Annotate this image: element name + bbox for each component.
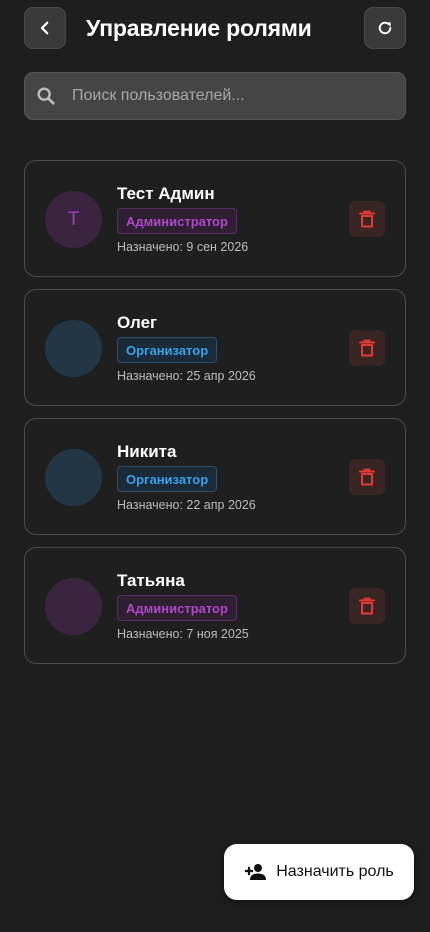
user-name: Олег [117, 313, 158, 332]
trash-icon [359, 210, 375, 228]
assigned-date: Назначено: 22 апр 2026 [117, 498, 256, 512]
avatar: Т [45, 191, 102, 248]
trash-icon [359, 468, 375, 486]
user-card[interactable]: Т Тест Админ Администратор Назначено: 9 сен… [24, 160, 406, 277]
avatar [45, 449, 102, 506]
header: Управление ролями [24, 7, 406, 49]
assigned-date: Назначено: 9 сен 2026 [117, 240, 249, 254]
person-add-icon [245, 864, 267, 880]
user-info: Олег Организатор Назначено: 25 апр 2026 [117, 312, 256, 383]
user-name: Татьяна [117, 571, 185, 590]
assign-role-button[interactable]: Назначить роль [224, 844, 414, 900]
delete-role-button[interactable] [349, 588, 385, 624]
user-info: Татьяна Администратор Назначено: 7 ноя 202… [117, 570, 249, 641]
role-badge: Организатор [117, 337, 218, 363]
assigned-date: Назначено: 7 ноя 2025 [117, 627, 249, 641]
role-management-screen: Управление ролями Т Тест Админ Администрат… [0, 0, 430, 932]
page-title: Управление ролями [86, 14, 312, 41]
refresh-icon [378, 21, 392, 35]
user-name: Никита [117, 442, 177, 461]
search-bar [24, 72, 406, 120]
delete-role-button[interactable] [349, 201, 385, 237]
delete-role-button[interactable] [349, 459, 385, 495]
trash-icon [359, 597, 375, 615]
assign-role-label: Назначить роль [276, 863, 394, 880]
avatar [45, 578, 102, 635]
assigned-date: Назначено: 25 апр 2026 [117, 369, 256, 383]
user-info: Тест Админ Администратор Назначено: 9 сен … [117, 183, 248, 254]
search-icon [37, 87, 55, 105]
back-button[interactable] [24, 7, 66, 49]
user-card[interactable]: Никита Организатор Назначено: 22 апр 2026 [24, 418, 406, 535]
user-role-list: Т Тест Админ Администратор Назначено: 9 сен… [24, 160, 406, 676]
role-badge: Администратор [117, 208, 237, 234]
trash-icon [359, 339, 375, 357]
delete-role-button[interactable] [349, 330, 385, 366]
role-badge: Администратор [117, 595, 237, 621]
user-info: Никита Организатор Назначено: 22 апр 2026 [117, 441, 256, 512]
user-card[interactable]: Олег Организатор Назначено: 25 апр 2026 [24, 289, 406, 406]
avatar [45, 320, 102, 377]
user-card[interactable]: Татьяна Администратор Назначено: 7 ноя 202… [24, 547, 406, 664]
chevron-left-icon [40, 21, 49, 35]
role-badge: Организатор [117, 466, 218, 492]
refresh-button[interactable] [364, 7, 406, 49]
user-name: Тест Админ [117, 184, 215, 203]
search-input[interactable] [70, 86, 374, 106]
